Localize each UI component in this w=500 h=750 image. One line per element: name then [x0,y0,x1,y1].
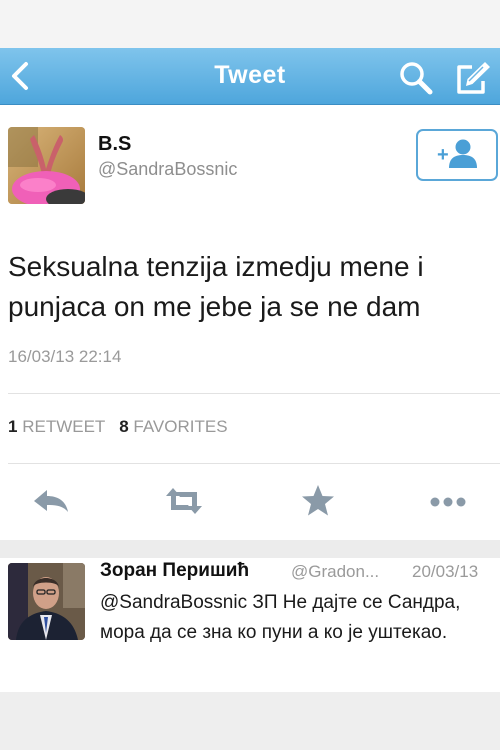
retweets-stat[interactable]: 1 RETWEET [8,417,105,436]
search-icon [400,62,433,95]
add-user-icon: + [437,139,477,168]
retweet-label: RETWEET [22,417,106,436]
tweet-timestamp: 16/03/13 22:14 [8,347,122,366]
divider [8,393,500,394]
svg-text:+: + [437,144,449,166]
reply-icon [34,490,68,512]
tweet-stats: 1 RETWEET 8 FAVORITES [8,417,228,437]
search-button[interactable] [398,60,434,96]
reply-text: @SandraBossnic ЗП Не дајте се Сандра, мо… [100,592,461,643]
avatar[interactable] [8,127,85,204]
divider [8,463,500,464]
follow-button[interactable]: + [416,129,498,181]
profile-photo [8,563,85,640]
retweet-button[interactable] [162,481,206,521]
section-separator [0,540,500,558]
more-icon [430,497,466,507]
bottom-area [0,692,500,750]
author-handle[interactable]: @SandraBossnic [98,159,237,180]
reply-tweet[interactable]: Зоран Перишић @Gradon... 20/03/13 @Sandr… [0,558,500,692]
retweet-icon [166,488,202,514]
favorite-label: FAVORITES [133,417,228,436]
navigation-bar: Tweet [0,48,500,105]
status-bar-area [0,0,500,48]
reply-author-name[interactable]: Зоран Перишић [100,560,249,582]
avatar[interactable] [8,563,85,640]
favorite-button[interactable] [296,481,340,521]
retweet-count: 1 [8,417,18,436]
more-button[interactable] [426,481,470,521]
reply-author-handle[interactable]: @Gradon... [291,562,379,582]
tweet-text: Seksualna tenzija izmedju mene i punjaca… [8,251,424,322]
favorites-stat[interactable]: 8 FAVORITES [119,417,227,436]
compose-icon [457,62,490,94]
compose-button[interactable] [452,59,492,97]
favorite-count: 8 [119,417,129,436]
profile-photo [8,127,85,204]
tweet-detail: B.S @SandraBossnic + Seksualna tenzija i… [0,105,500,540]
reply-date: 20/03/13 [412,562,479,581]
favorite-icon [302,485,334,516]
author-name[interactable]: B.S [98,133,131,156]
reply-button[interactable] [30,481,74,521]
